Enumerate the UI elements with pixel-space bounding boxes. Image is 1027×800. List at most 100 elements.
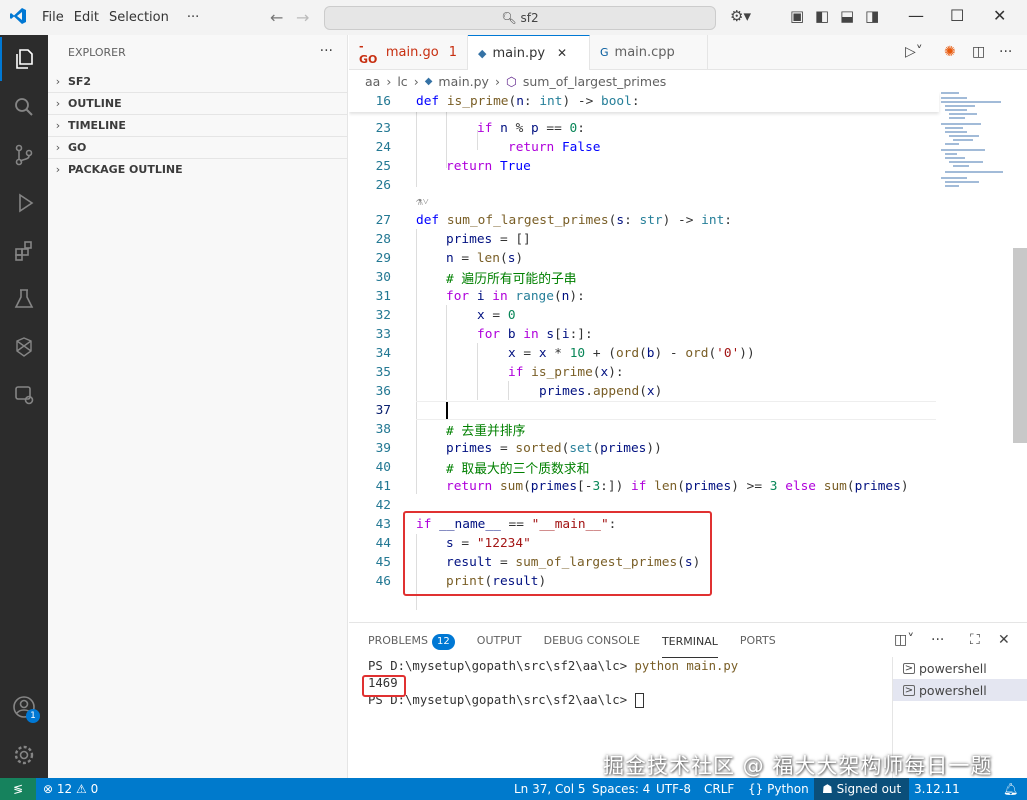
section-timeline[interactable]: › TIMELINE	[48, 114, 347, 136]
code-line: 27 def sum_of_largest_primes(s: str) -> i…	[375, 213, 732, 228]
python-icon: ◆	[424, 75, 433, 87]
menu-more[interactable]: ···	[187, 10, 199, 25]
accounts-icon[interactable]: 1	[0, 685, 48, 729]
chevron-right-icon: ›	[55, 163, 61, 176]
chevron-right-icon: ›	[55, 119, 61, 132]
maximize-panel-icon[interactable]: ⛶	[970, 632, 980, 648]
terminal-item[interactable]: > powershell	[893, 657, 1027, 679]
breadcrumb: aa › lc › ◆ main.py › ⬡ sum_of_largest_primes	[349, 70, 1027, 92]
tab-main-go[interactable]: -GO main.go 1	[349, 35, 468, 70]
layout-customize-icon[interactable]: ▣	[790, 7, 804, 25]
terminal-icon: >	[903, 662, 915, 674]
terminal-cursor	[634, 693, 644, 708]
copilot-icon[interactable]: ⚙︎▾	[730, 7, 751, 25]
code-line: 41 return sum(primes[-3:]) if len(primes)…	[375, 479, 909, 494]
settings-gear-icon[interactable]	[0, 733, 48, 777]
tab-main-py[interactable]: ◆ main.py ✕	[468, 35, 590, 70]
cursor-position[interactable]: Ln 37, Col 5	[514, 778, 586, 800]
forward-arrow-icon[interactable]: →	[296, 8, 309, 27]
code-line: 29 n = len(s)	[375, 251, 524, 266]
terminal-line: PS D:\mysetup\gopath\src\sf2\aa\lc> pyth…	[368, 659, 739, 673]
account-icon: ☗	[822, 782, 833, 796]
section-go[interactable]: › GO	[48, 136, 347, 158]
tab-problems[interactable]: PROBLEMS 12	[368, 623, 455, 658]
code-line: 28 primes = []	[375, 232, 531, 247]
code-line: 24 return False	[375, 140, 601, 155]
breadcrumb-aa[interactable]: aa	[365, 74, 380, 89]
menu-selection[interactable]: Selection	[109, 10, 169, 25]
close-panel-icon[interactable]: ✕	[998, 632, 1010, 648]
back-arrow-icon[interactable]: ←	[270, 8, 283, 27]
remote-icon[interactable]	[0, 325, 48, 369]
problems-status[interactable]: ⊗ 12 ⚠ 0	[43, 778, 98, 800]
panel-tabs: PROBLEMS 12 OUTPUT DEBUG CONSOLE TERMINAL…	[349, 623, 776, 658]
section-package-outline[interactable]: › PACKAGE OUTLINE	[48, 158, 347, 180]
copilot-hint-icon[interactable]: ⚗︎˅	[416, 195, 429, 208]
python-version[interactable]: 3.12.11	[914, 778, 960, 800]
more-actions-icon[interactable]: ···	[931, 632, 944, 648]
section-outline[interactable]: › OUTLINE	[48, 92, 347, 114]
status-bar: ≶ ⊗ 12 ⚠ 0 Ln 37, Col 5 Spaces: 4 UTF-8 …	[0, 778, 1027, 800]
chevron-right-icon: ›	[55, 74, 61, 88]
run-debug-icon[interactable]	[0, 181, 48, 225]
breadcrumb-file[interactable]: main.py	[438, 74, 489, 89]
indentation[interactable]: Spaces: 4	[592, 778, 650, 800]
source-control-icon[interactable]	[0, 133, 48, 177]
code-editor[interactable]: break 23if n % p == 0: 24return False 25…	[349, 92, 1027, 622]
tab-ports[interactable]: PORTS	[740, 623, 776, 658]
toggle-secondary-sidebar-icon[interactable]: ◨	[865, 7, 879, 25]
toggle-panel-icon[interactable]: ⬓	[840, 7, 854, 25]
section-sf2[interactable]: › SF2	[48, 70, 347, 92]
terminal-output[interactable]: PS D:\mysetup\gopath\src\sf2\aa\lc> pyth…	[368, 658, 738, 709]
more-actions-icon[interactable]: ···	[320, 43, 333, 59]
split-terminal-icon[interactable]: ◫˅	[894, 632, 914, 648]
code-line: 36 primes.append(x)	[375, 384, 663, 399]
testing-icon[interactable]	[0, 277, 48, 321]
search-icon[interactable]	[0, 85, 48, 129]
title-bar: File Edit Selection ··· ← → 🔍︎ sf2 ⚙︎▾ ▣…	[0, 0, 1027, 35]
chevron-right-icon: ›	[55, 97, 61, 110]
maximize-icon[interactable]: ☐	[950, 6, 964, 25]
copilot-sparkle-icon[interactable]: ✺	[944, 44, 956, 60]
encoding[interactable]: UTF-8	[656, 778, 691, 800]
signed-out-status[interactable]: ☗ Signed out	[814, 778, 910, 800]
notifications-bell-icon[interactable]: 🔔︎	[1003, 778, 1018, 800]
menu-file[interactable]: File	[42, 10, 64, 25]
run-file-icon[interactable]: ▷˅	[905, 44, 923, 60]
editor-tabs: -GO main.go 1 ◆ main.py ✕ G main.cpp ▷˅ …	[349, 35, 1027, 70]
remote-indicator-icon[interactable]: ≶	[0, 778, 36, 800]
tab-terminal[interactable]: TERMINAL	[661, 624, 718, 658]
more-actions-icon[interactable]: ···	[999, 44, 1012, 60]
minimize-icon[interactable]: —	[908, 6, 924, 25]
tab-main-cpp[interactable]: G main.cpp	[590, 35, 708, 70]
python-icon: ◆	[478, 46, 487, 60]
tab-debug-console[interactable]: DEBUG CONSOLE	[544, 623, 640, 658]
accounts-badge: 1	[26, 709, 40, 723]
split-editor-icon[interactable]: ◫	[972, 44, 985, 60]
minimap[interactable]	[941, 92, 1013, 192]
menu-edit[interactable]: Edit	[74, 10, 99, 25]
editor-scrollbar[interactable]	[1013, 248, 1027, 443]
line-ending[interactable]: CRLF	[704, 778, 734, 800]
highlight-box-output	[362, 675, 406, 697]
breadcrumb-lc[interactable]: lc	[397, 74, 407, 89]
tab-output[interactable]: OUTPUT	[477, 623, 522, 658]
watermark: 掘金技术社区 @ 福大大架构师每日一题	[603, 754, 993, 778]
sticky-scroll-header[interactable]: 16 def is_prime(n: int) -> bool:	[349, 92, 939, 112]
code-line: 30 # 遍历所有可能的子串	[375, 270, 577, 287]
code-line: 35 if is_prime(x):	[375, 365, 624, 380]
toggle-sidebar-icon[interactable]: ◧	[815, 7, 829, 25]
warning-icon: ⚠	[76, 782, 87, 796]
remote-explorer-icon[interactable]	[0, 373, 48, 417]
extensions-icon[interactable]	[0, 229, 48, 273]
search-icon: 🔍︎	[501, 11, 517, 25]
breadcrumb-symbol[interactable]: sum_of_largest_primes	[523, 74, 666, 89]
terminal-item[interactable]: > powershell	[893, 679, 1027, 701]
command-center-search[interactable]: 🔍︎ sf2	[324, 6, 716, 30]
vscode-logo-icon	[0, 7, 36, 28]
close-window-icon[interactable]: ✕	[993, 6, 1006, 25]
error-icon: ⊗	[43, 782, 54, 796]
close-tab-icon[interactable]: ✕	[557, 46, 567, 60]
explorer-icon[interactable]	[0, 37, 48, 81]
language-mode[interactable]: {} Python	[748, 778, 809, 800]
